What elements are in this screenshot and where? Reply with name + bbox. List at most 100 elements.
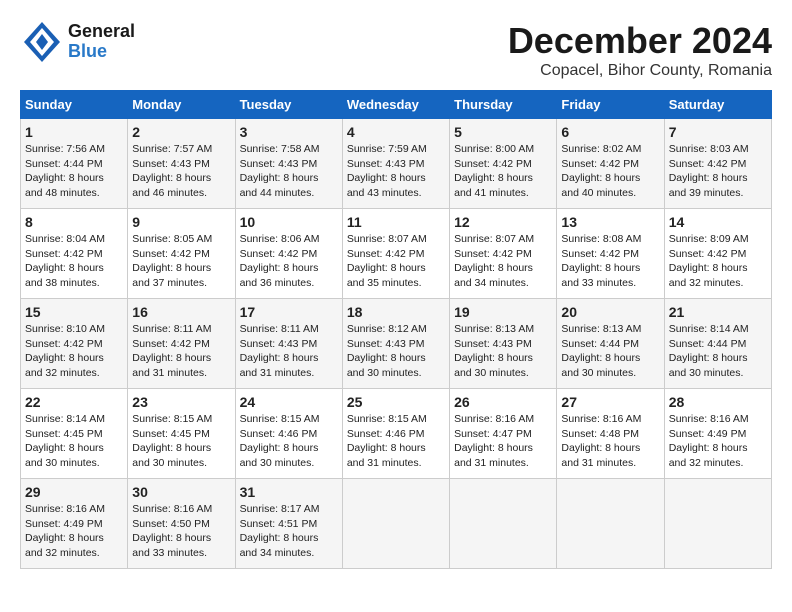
day-number: 31 [240, 484, 338, 500]
day-info: Sunrise: 8:03 AM Sunset: 4:42 PM Dayligh… [669, 142, 767, 201]
calendar-cell: 8Sunrise: 8:04 AM Sunset: 4:42 PM Daylig… [21, 209, 128, 299]
calendar-cell: 12Sunrise: 8:07 AM Sunset: 4:42 PM Dayli… [450, 209, 557, 299]
day-info: Sunrise: 8:05 AM Sunset: 4:42 PM Dayligh… [132, 232, 230, 291]
day-info: Sunrise: 8:12 AM Sunset: 4:43 PM Dayligh… [347, 322, 445, 381]
day-number: 9 [132, 214, 230, 230]
day-info: Sunrise: 8:16 AM Sunset: 4:48 PM Dayligh… [561, 412, 659, 471]
day-number: 4 [347, 124, 445, 140]
calendar-cell [342, 479, 449, 569]
logo-text-block: General Blue [68, 22, 135, 62]
calendar-cell: 6 Sunrise: 8:02 AM Sunset: 4:42 PM Daylig… [557, 119, 664, 209]
day-info: Sunrise: 8:14 AM Sunset: 4:45 PM Dayligh… [25, 412, 123, 471]
day-number: 24 [240, 394, 338, 410]
col-friday: Friday [557, 91, 664, 119]
calendar-cell: 17 Sunrise: 8:11 AM Sunset: 4:43 PM Dayli… [235, 299, 342, 389]
day-info: Sunrise: 8:16 AM Sunset: 4:49 PM Dayligh… [669, 412, 767, 471]
calendar-cell: 31 Sunrise: 8:17 AM Sunset: 4:51 PM Dayli… [235, 479, 342, 569]
day-number: 7 [669, 124, 767, 140]
day-info: Sunrise: 8:11 AM Sunset: 4:42 PM Dayligh… [132, 322, 230, 381]
day-number: 28 [669, 394, 767, 410]
calendar-cell: 15 Sunrise: 8:10 AM Sunset: 4:42 PM Dayli… [21, 299, 128, 389]
day-info: Sunrise: 8:17 AM Sunset: 4:51 PM Dayligh… [240, 502, 338, 561]
calendar-week-row: 8Sunrise: 8:04 AM Sunset: 4:42 PM Daylig… [21, 209, 772, 299]
calendar-cell: 13 Sunrise: 8:08 AM Sunset: 4:42 PM Dayli… [557, 209, 664, 299]
day-info: Sunrise: 8:08 AM Sunset: 4:42 PM Dayligh… [561, 232, 659, 291]
col-saturday: Saturday [664, 91, 771, 119]
calendar-week-row: 15 Sunrise: 8:10 AM Sunset: 4:42 PM Dayli… [21, 299, 772, 389]
calendar-cell: 11Sunrise: 8:07 AM Sunset: 4:42 PM Dayli… [342, 209, 449, 299]
header: General Blue December 2024 Copacel, Biho… [20, 20, 772, 80]
day-number: 27 [561, 394, 659, 410]
main-title: December 2024 [508, 20, 772, 62]
calendar-cell [557, 479, 664, 569]
calendar-cell [450, 479, 557, 569]
day-info: Sunrise: 8:07 AM Sunset: 4:42 PM Dayligh… [347, 232, 445, 291]
calendar-body: 1 Sunrise: 7:56 AM Sunset: 4:44 PM Daylig… [21, 119, 772, 569]
calendar-cell: 2 Sunrise: 7:57 AM Sunset: 4:43 PM Daylig… [128, 119, 235, 209]
day-number: 2 [132, 124, 230, 140]
calendar-cell: 29Sunrise: 8:16 AM Sunset: 4:49 PM Dayli… [21, 479, 128, 569]
col-monday: Monday [128, 91, 235, 119]
day-number: 19 [454, 304, 552, 320]
day-info: Sunrise: 7:59 AM Sunset: 4:43 PM Dayligh… [347, 142, 445, 201]
calendar-cell: 22Sunrise: 8:14 AM Sunset: 4:45 PM Dayli… [21, 389, 128, 479]
calendar-cell: 28 Sunrise: 8:16 AM Sunset: 4:49 PM Dayli… [664, 389, 771, 479]
calendar-cell: 10Sunrise: 8:06 AM Sunset: 4:42 PM Dayli… [235, 209, 342, 299]
title-area: December 2024 Copacel, Bihor County, Rom… [508, 20, 772, 80]
logo-general: General [68, 22, 135, 42]
day-info: Sunrise: 8:15 AM Sunset: 4:46 PM Dayligh… [240, 412, 338, 471]
day-info: Sunrise: 7:58 AM Sunset: 4:43 PM Dayligh… [240, 142, 338, 201]
day-info: Sunrise: 8:00 AM Sunset: 4:42 PM Dayligh… [454, 142, 552, 201]
day-info: Sunrise: 7:56 AM Sunset: 4:44 PM Dayligh… [25, 142, 123, 201]
calendar-week-row: 1 Sunrise: 7:56 AM Sunset: 4:44 PM Daylig… [21, 119, 772, 209]
calendar-cell: 25 Sunrise: 8:15 AM Sunset: 4:46 PM Dayli… [342, 389, 449, 479]
day-info: Sunrise: 8:15 AM Sunset: 4:45 PM Dayligh… [132, 412, 230, 471]
calendar-cell: 1 Sunrise: 7:56 AM Sunset: 4:44 PM Daylig… [21, 119, 128, 209]
day-info: Sunrise: 8:16 AM Sunset: 4:50 PM Dayligh… [132, 502, 230, 561]
calendar-cell: 3Sunrise: 7:58 AM Sunset: 4:43 PM Daylig… [235, 119, 342, 209]
calendar-cell: 30Sunrise: 8:16 AM Sunset: 4:50 PM Dayli… [128, 479, 235, 569]
calendar-cell: 9 Sunrise: 8:05 AM Sunset: 4:42 PM Daylig… [128, 209, 235, 299]
calendar-cell: 18 Sunrise: 8:12 AM Sunset: 4:43 PM Dayli… [342, 299, 449, 389]
day-info: Sunrise: 8:10 AM Sunset: 4:42 PM Dayligh… [25, 322, 123, 381]
day-number: 15 [25, 304, 123, 320]
day-number: 26 [454, 394, 552, 410]
day-info: Sunrise: 8:14 AM Sunset: 4:44 PM Dayligh… [669, 322, 767, 381]
day-number: 1 [25, 124, 123, 140]
calendar-cell: 16 Sunrise: 8:11 AM Sunset: 4:42 PM Dayli… [128, 299, 235, 389]
col-sunday: Sunday [21, 91, 128, 119]
header-row: Sunday Monday Tuesday Wednesday Thursday… [21, 91, 772, 119]
calendar-cell: 20 Sunrise: 8:13 AM Sunset: 4:44 PM Dayli… [557, 299, 664, 389]
day-number: 20 [561, 304, 659, 320]
calendar-cell: 4 Sunrise: 7:59 AM Sunset: 4:43 PM Daylig… [342, 119, 449, 209]
calendar-cell: 26 Sunrise: 8:16 AM Sunset: 4:47 PM Dayli… [450, 389, 557, 479]
day-number: 18 [347, 304, 445, 320]
day-number: 12 [454, 214, 552, 230]
day-info: Sunrise: 7:57 AM Sunset: 4:43 PM Dayligh… [132, 142, 230, 201]
col-thursday: Thursday [450, 91, 557, 119]
day-info: Sunrise: 8:11 AM Sunset: 4:43 PM Dayligh… [240, 322, 338, 381]
day-info: Sunrise: 8:02 AM Sunset: 4:42 PM Dayligh… [561, 142, 659, 201]
day-number: 21 [669, 304, 767, 320]
day-number: 17 [240, 304, 338, 320]
day-info: Sunrise: 8:13 AM Sunset: 4:44 PM Dayligh… [561, 322, 659, 381]
day-number: 8 [25, 214, 123, 230]
day-info: Sunrise: 8:09 AM Sunset: 4:42 PM Dayligh… [669, 232, 767, 291]
subtitle: Copacel, Bihor County, Romania [508, 62, 772, 80]
day-info: Sunrise: 8:15 AM Sunset: 4:46 PM Dayligh… [347, 412, 445, 471]
day-number: 16 [132, 304, 230, 320]
day-info: Sunrise: 8:16 AM Sunset: 4:47 PM Dayligh… [454, 412, 552, 471]
day-number: 23 [132, 394, 230, 410]
day-number: 6 [561, 124, 659, 140]
day-number: 13 [561, 214, 659, 230]
day-number: 29 [25, 484, 123, 500]
calendar-cell: 5Sunrise: 8:00 AM Sunset: 4:42 PM Daylig… [450, 119, 557, 209]
col-wednesday: Wednesday [342, 91, 449, 119]
day-info: Sunrise: 8:06 AM Sunset: 4:42 PM Dayligh… [240, 232, 338, 291]
calendar-table: Sunday Monday Tuesday Wednesday Thursday… [20, 90, 772, 569]
calendar-cell: 7 Sunrise: 8:03 AM Sunset: 4:42 PM Daylig… [664, 119, 771, 209]
calendar-cell: 19Sunrise: 8:13 AM Sunset: 4:43 PM Dayli… [450, 299, 557, 389]
calendar-cell: 24 Sunrise: 8:15 AM Sunset: 4:46 PM Dayli… [235, 389, 342, 479]
calendar-cell: 14Sunrise: 8:09 AM Sunset: 4:42 PM Dayli… [664, 209, 771, 299]
day-number: 25 [347, 394, 445, 410]
